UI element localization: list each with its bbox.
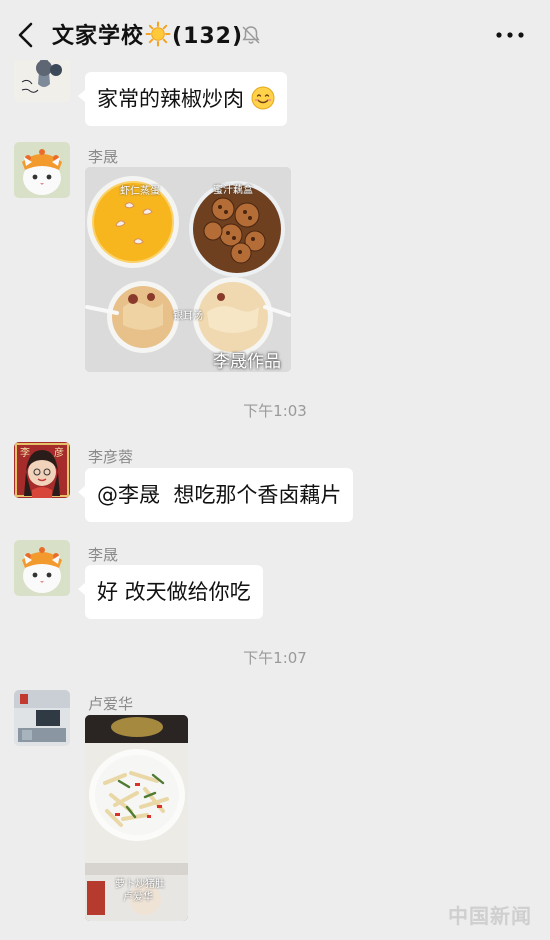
message-text: 家常的辣椒炒肉: [97, 87, 244, 111]
food-photo[interactable]: 萝卜炒猪肚 卢爱华: [85, 715, 188, 921]
group-title: 文家学校 (132): [52, 18, 243, 50]
photo-label: 卢爱华: [123, 892, 153, 903]
sender-name: 李晟: [88, 546, 119, 564]
smiling-face-icon: [251, 86, 275, 110]
sender-name: 李彦蓉: [88, 448, 134, 466]
avatar[interactable]: [14, 60, 70, 102]
message-bubble[interactable]: 好 改天做给你吃: [78, 565, 263, 619]
photo-label: 银耳汤: [173, 311, 203, 322]
avatar[interactable]: [14, 142, 70, 198]
photo-label: 蜜汁藕盒: [213, 185, 253, 196]
message-text: 好 改天做给你吃: [97, 580, 251, 604]
avatar[interactable]: [14, 690, 70, 746]
chat-header: 文家学校 (132): [0, 0, 550, 68]
svg-text:李: 李: [20, 446, 30, 459]
photo-caption: 李晟作品: [213, 352, 281, 372]
sender-name: 卢爱华: [88, 695, 134, 713]
avatar[interactable]: 李 彦: [14, 442, 70, 498]
chevron-left-icon[interactable]: [14, 20, 38, 50]
svg-text:彦: 彦: [54, 446, 64, 459]
sender-name: 李晟: [88, 148, 119, 166]
more-dots-icon[interactable]: [494, 24, 526, 46]
site-watermark: 中国新闻: [448, 904, 532, 928]
avatar[interactable]: [14, 540, 70, 596]
timestamp: 下午1:07: [243, 649, 307, 667]
member-count: (132): [172, 24, 244, 49]
timestamp: 下午1:03: [243, 402, 307, 420]
bell-off-icon: [242, 26, 260, 44]
photo-label: 虾仁蒸蛋: [120, 186, 160, 197]
message-bubble[interactable]: @李晟 想吃那个香卤藕片: [77, 468, 354, 522]
group-name: 文家学校: [52, 24, 145, 49]
sun-icon: [145, 21, 171, 47]
message-text: @李晟 想吃那个香卤藕片: [97, 483, 342, 507]
food-photo[interactable]: 虾仁蒸蛋 蜜汁藕盒 银耳汤 李晟作品: [85, 167, 291, 372]
message-bubble[interactable]: 家常的辣椒炒肉: [78, 72, 287, 126]
